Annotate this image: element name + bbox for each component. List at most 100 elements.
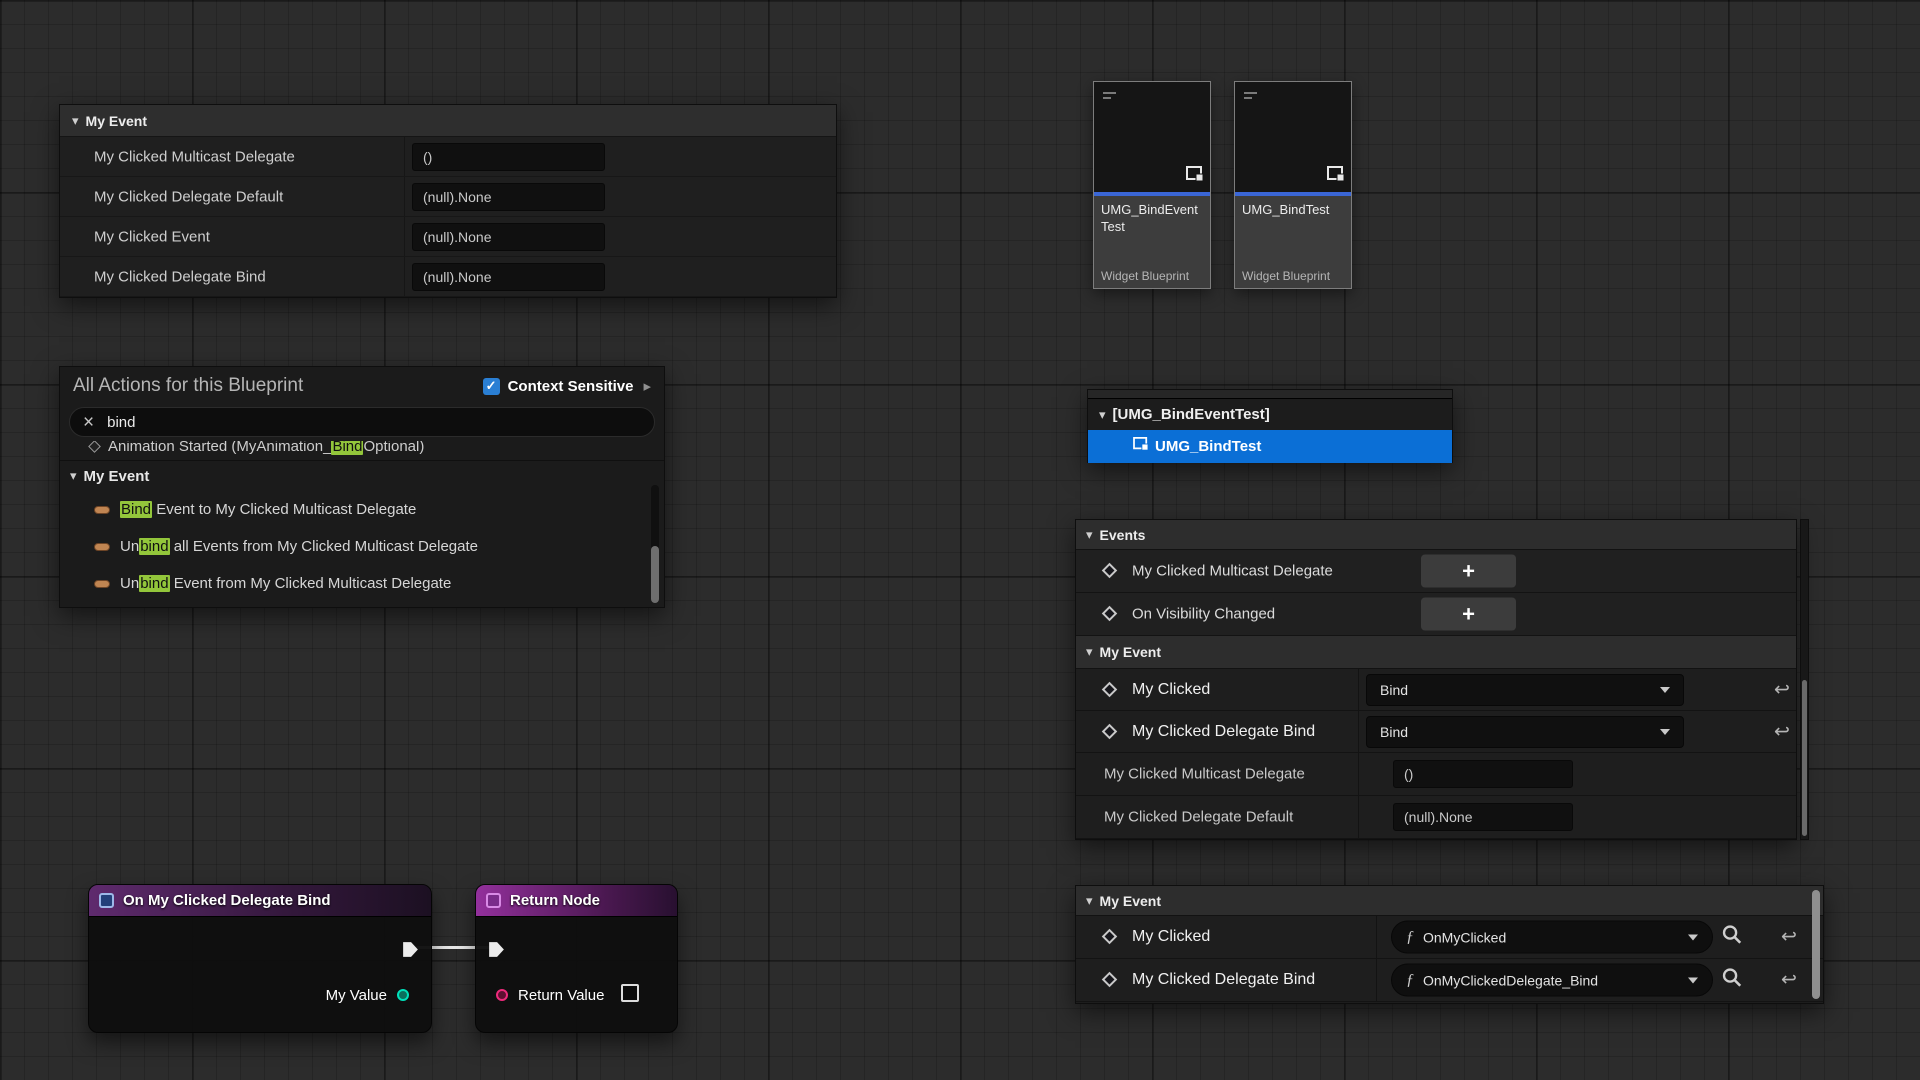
actions-category-my-event[interactable]: ▾ My Event [60,461,664,491]
property-value-field[interactable]: (null).None [412,183,605,211]
bound-event-icon [99,893,114,908]
text-pre: Un [120,538,139,555]
clipped-result-row[interactable]: Animation Started (MyAnimation_BindOptio… [60,441,664,461]
chevron-down-icon [1660,729,1670,735]
event-row: My Clicked Multicast Delegate + [1076,550,1796,593]
node-header: Return Node [476,885,677,917]
return-value-checkbox[interactable] [621,984,639,1002]
chevron-down-icon [1688,977,1698,983]
exec-output-pin[interactable] [402,941,419,958]
delegate-bind-row: My Clicked Delegate Bind Bind ↩ [1076,711,1796,753]
node-on-my-clicked-delegate-bind[interactable]: On My Clicked Delegate Bind My Value [88,884,432,1033]
return-value-input-pin[interactable] [496,989,508,1001]
bind-dropdown[interactable]: Bind [1366,716,1684,748]
thumbnail-detail [1103,97,1111,99]
asset-tile-umg-bindeventtest[interactable]: UMG_BindEventTest Widget Blueprint [1093,81,1211,289]
input-pin-label: Return Value [518,987,604,1004]
clipped-result-text: Animation Started (MyAnimation_BindOptio… [108,441,424,455]
property-row: My Clicked Event (null).None [60,217,836,257]
reset-to-default-icon[interactable]: ↩ [1774,678,1790,701]
action-item-unbind-all[interactable]: Unbind all Events from My Clicked Multic… [60,528,664,565]
property-value-field[interactable]: () [1393,760,1573,788]
details-scrollbar-thumb[interactable] [1802,680,1807,836]
section-header-my-event[interactable]: ▾ My Event [1076,636,1796,669]
widget-blueprint-icon [1327,166,1345,187]
section-header-events[interactable]: ▾ Events [1076,520,1796,550]
add-event-button[interactable]: + [1421,555,1516,588]
property-row: My Clicked Multicast Delegate () [60,137,836,177]
column-divider [1358,796,1359,838]
section-title: My Event [1100,644,1161,660]
submenu-arrow-icon[interactable]: ▸ [643,377,651,395]
my-value-output-pin[interactable] [397,989,409,1001]
delegate-icon [94,580,110,588]
asset-tile-umg-bindtest[interactable]: UMG_BindTest Widget Blueprint [1234,81,1352,289]
section-header-my-event[interactable]: ▾ My Event [1076,886,1823,916]
category-title: My Event [86,113,147,129]
bound-function-dropdown[interactable]: ƒ OnMyClicked [1391,921,1713,954]
property-label: My Clicked Delegate Default [1104,809,1293,826]
property-value-field[interactable]: () [412,143,605,171]
thumbnail-detail [1103,92,1116,94]
function-panel-scrollbar-thumb[interactable] [1812,890,1820,999]
property-label: My Clicked Event [94,228,210,245]
function-bind-row: My Clicked ƒ OnMyClicked ↩ [1076,916,1823,959]
actions-category-title: My Event [84,468,150,485]
action-item-unbind-event[interactable]: Unbind Event from My Clicked Multicast D… [60,565,664,602]
delegate-icon [94,506,110,514]
function-bind-row: My Clicked Delegate Bind ƒ OnMyClickedDe… [1076,959,1823,1002]
text-post: Optional) [363,441,424,455]
actions-scrollbar-track[interactable] [651,485,659,601]
action-item-bind-event[interactable]: Bind Event to My Clicked Multicast Deleg… [60,491,664,528]
column-divider [404,217,405,256]
actions-search-input[interactable]: × bind [69,407,655,437]
event-label: On Visibility Changed [1132,606,1275,623]
details-scrollbar-track[interactable] [1800,519,1809,840]
add-event-button[interactable]: + [1421,598,1516,631]
plus-icon: + [1462,558,1475,584]
context-sensitive-checkbox[interactable]: ✓ [483,378,500,395]
hierarchy-root-row[interactable]: ▾ [UMG_BindEventTest] [1088,399,1452,430]
asset-type: Widget Blueprint [1101,269,1203,283]
delegate-label: My Clicked Delegate Bind [1132,723,1315,741]
action-item-text: Unbind Event from My Clicked Multicast D… [120,575,451,592]
delegate-pin-icon [1102,681,1118,697]
asset-name: UMG_BindEventTest [1101,202,1203,269]
property-value-field[interactable]: (null).None [412,263,605,291]
dropdown-value: Bind [1380,682,1408,698]
delegate-pin-icon [1102,723,1118,739]
chevron-down-icon [1660,687,1670,693]
clear-search-icon[interactable]: × [83,413,94,432]
check-icon: ✓ [486,378,497,394]
hierarchy-selected-row[interactable]: UMG_BindTest [1088,430,1452,463]
category-header-my-event[interactable]: ▾ My Event [60,105,836,137]
bound-function-name: OnMyClicked [1423,929,1506,945]
reset-to-default-icon[interactable]: ↩ [1781,969,1797,992]
property-value-field[interactable]: (null).None [412,223,605,251]
property-row: My Clicked Delegate Default (null).None [1076,796,1796,839]
reset-to-default-icon[interactable]: ↩ [1774,720,1790,743]
chevron-down-icon: ▾ [1086,527,1093,543]
browse-to-function-icon[interactable] [1721,924,1743,951]
bound-function-dropdown[interactable]: ƒ OnMyClickedDelegate_Bind [1391,964,1713,997]
actions-scrollbar-thumb[interactable] [651,546,659,603]
details-panel: ▾ Events My Clicked Multicast Delegate +… [1075,519,1797,840]
browse-to-function-icon[interactable] [1721,967,1743,994]
action-item-text: Unbind all Events from My Clicked Multic… [120,538,478,555]
reset-to-default-icon[interactable]: ↩ [1781,926,1797,949]
property-row: My Clicked Multicast Delegate () [1076,753,1796,796]
asset-tile-info: UMG_BindEventTest Widget Blueprint [1094,196,1210,288]
property-value-field[interactable]: (null).None [1393,803,1573,831]
column-divider [1358,711,1359,752]
hierarchy-selected-label: UMG_BindTest [1155,438,1261,455]
event-row: On Visibility Changed + [1076,593,1796,636]
exec-input-pin[interactable] [488,941,505,958]
section-title: My Event [1100,893,1161,909]
property-label: My Clicked Multicast Delegate [94,148,295,165]
bind-dropdown[interactable]: Bind [1366,674,1684,706]
section-title: Events [1100,527,1146,543]
text-pre: Animation Started (MyAnimation_ [108,441,331,455]
text-post: Event to My Clicked Multicast Delegate [152,501,416,518]
return-node-icon [486,893,501,908]
node-return-node[interactable]: Return Node Return Value [475,884,678,1033]
